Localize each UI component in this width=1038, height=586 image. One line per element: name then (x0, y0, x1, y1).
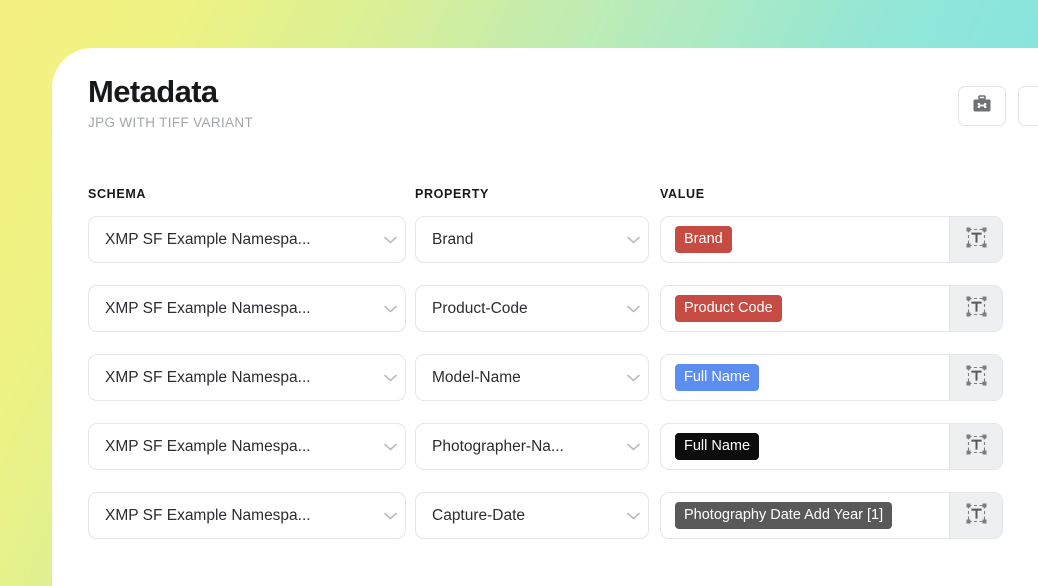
chevron-down-icon (618, 305, 648, 313)
schema-select[interactable]: XMP SF Example Namespa... (88, 423, 406, 470)
column-header-value: VALUE (660, 187, 705, 201)
value-chip-area[interactable]: Full Name (661, 424, 949, 469)
metadata-card: Metadata JPG WITH TIFF VARIANT ADD (52, 48, 1038, 586)
schema-select[interactable]: XMP SF Example Namespa... (88, 216, 406, 263)
value-field[interactable]: Brand (660, 216, 1003, 263)
property-select[interactable]: Product-Code (415, 285, 649, 332)
table-row-1: XMP SF Example Namespa... Brand Brand (88, 216, 1038, 285)
column-headers: SCHEMA PROPERTY VALUE (88, 187, 1038, 205)
table-row-4: XMP SF Example Namespa... Photographer-N… (88, 423, 1038, 492)
text-frame-button[interactable] (949, 355, 1002, 400)
chevron-down-icon (618, 512, 648, 520)
card-header: Metadata JPG WITH TIFF VARIANT ADD (88, 76, 1038, 146)
property-select[interactable]: Capture-Date (415, 492, 649, 539)
add-button[interactable]: ADD (1018, 86, 1038, 126)
chevron-down-icon (375, 512, 405, 520)
chevron-down-icon (618, 443, 648, 451)
schema-select-label: XMP SF Example Namespa... (89, 231, 375, 249)
schema-select-label: XMP SF Example Namespa... (89, 300, 375, 318)
chevron-down-icon (375, 374, 405, 382)
metadata-rows: XMP SF Example Namespa... Brand Brand (88, 216, 1038, 561)
text-frame-button[interactable] (949, 217, 1002, 262)
column-header-schema: SCHEMA (88, 187, 146, 201)
schema-select[interactable]: XMP SF Example Namespa... (88, 492, 406, 539)
table-row-2: XMP SF Example Namespa... Product-Code P… (88, 285, 1038, 354)
property-select[interactable]: Photographer-Na... (415, 423, 649, 470)
text-frame-icon (966, 503, 987, 529)
schema-select-label: XMP SF Example Namespa... (89, 438, 375, 456)
text-frame-icon (966, 365, 987, 391)
text-frame-icon (966, 434, 987, 460)
chevron-down-icon (618, 374, 648, 382)
text-frame-button[interactable] (949, 493, 1002, 538)
property-select-label: Brand (416, 231, 618, 249)
schema-select-label: XMP SF Example Namespa... (89, 369, 375, 387)
text-frame-icon (966, 296, 987, 322)
chevron-down-icon (375, 236, 405, 244)
value-chip-area[interactable]: Brand (661, 217, 949, 262)
toolbox-icon (972, 95, 992, 118)
property-select-label: Model-Name (416, 369, 618, 387)
property-select-label: Photographer-Na... (416, 438, 618, 456)
property-select[interactable]: Model-Name (415, 354, 649, 401)
table-row-5: XMP SF Example Namespa... Capture-Date P… (88, 492, 1038, 561)
chevron-down-icon (375, 305, 405, 313)
page-title: Metadata (88, 76, 1038, 109)
schema-select-label: XMP SF Example Namespa... (89, 507, 375, 525)
text-frame-button[interactable] (949, 286, 1002, 331)
value-chip[interactable]: Photography Date Add Year [1] (675, 502, 892, 529)
column-header-property: PROPERTY (415, 187, 489, 201)
header-actions: ADD (958, 86, 1038, 126)
value-chip[interactable]: Full Name (675, 433, 759, 460)
text-frame-icon (966, 227, 987, 253)
property-select[interactable]: Brand (415, 216, 649, 263)
chevron-down-icon (618, 236, 648, 244)
toolbox-button[interactable] (958, 86, 1006, 126)
value-chip[interactable]: Brand (675, 226, 732, 253)
value-field[interactable]: Full Name (660, 423, 1003, 470)
value-chip-area[interactable]: Full Name (661, 355, 949, 400)
value-chip-area[interactable]: Photography Date Add Year [1] (661, 493, 949, 538)
property-select-label: Product-Code (416, 300, 618, 318)
value-chip[interactable]: Product Code (675, 295, 782, 322)
page-subtitle: JPG WITH TIFF VARIANT (88, 115, 1038, 130)
value-chip[interactable]: Full Name (675, 364, 759, 391)
schema-select[interactable]: XMP SF Example Namespa... (88, 285, 406, 332)
value-field[interactable]: Product Code (660, 285, 1003, 332)
schema-select[interactable]: XMP SF Example Namespa... (88, 354, 406, 401)
table-row-3: XMP SF Example Namespa... Model-Name Ful… (88, 354, 1038, 423)
value-field[interactable]: Photography Date Add Year [1] (660, 492, 1003, 539)
chevron-down-icon (375, 443, 405, 451)
property-select-label: Capture-Date (416, 507, 618, 525)
value-chip-area[interactable]: Product Code (661, 286, 949, 331)
text-frame-button[interactable] (949, 424, 1002, 469)
value-field[interactable]: Full Name (660, 354, 1003, 401)
